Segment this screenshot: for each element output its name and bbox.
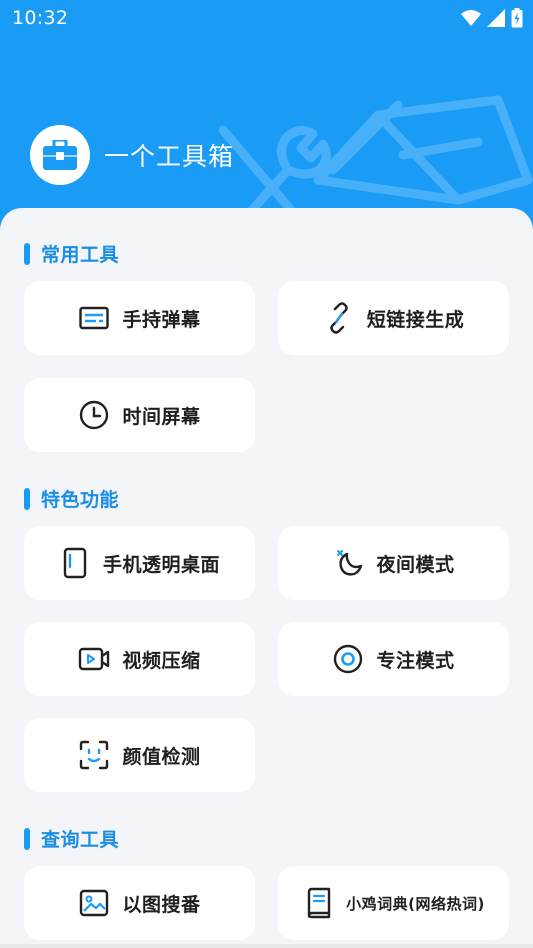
subtitles-icon <box>78 302 110 334</box>
clock-icon <box>78 399 110 431</box>
status-icons <box>461 8 523 28</box>
section-accent-bar <box>24 827 30 850</box>
video-icon <box>78 643 110 675</box>
status-bar: 10:32 <box>0 0 533 36</box>
tool-card-label: 手持弹幕 <box>122 308 201 331</box>
wifi-icon <box>461 10 481 26</box>
battery-icon <box>511 8 523 28</box>
tool-card-label: 视频压缩 <box>122 649 201 672</box>
face-scan-icon <box>78 739 110 771</box>
section-accent-bar <box>24 487 30 510</box>
status-time: 10:32 <box>12 7 69 29</box>
image-icon <box>78 887 110 919</box>
target-icon <box>332 643 364 675</box>
section-accent-bar <box>24 242 30 265</box>
tool-card-label: 短链接生成 <box>366 308 465 331</box>
app-header: 10:32 一个工具箱 <box>0 0 533 240</box>
toolbox-icon <box>43 140 77 170</box>
bottom-divider <box>0 944 533 948</box>
tool-card-label: 颜值检测 <box>122 745 201 768</box>
tool-card-video-compress[interactable]: 视频压缩 <box>24 622 255 696</box>
phone-icon <box>59 547 91 579</box>
tool-card-face-score[interactable]: 颜值检测 <box>24 718 255 792</box>
section-header-query-tools: 查询工具 <box>24 825 119 852</box>
tool-card-short-link[interactable]: 短链接生成 <box>278 281 509 355</box>
section-title: 特色功能 <box>41 489 120 511</box>
tool-card-label: 夜间模式 <box>376 553 455 576</box>
signal-icon <box>487 9 505 27</box>
app-logo <box>30 125 90 185</box>
tool-card-focus-mode[interactable]: 专注模式 <box>278 622 509 696</box>
tool-card-image-anime-search[interactable]: 以图搜番 <box>24 866 255 940</box>
tool-card-chicken-dictionary[interactable]: 小鸡词典(网络热词) <box>278 866 509 940</box>
moon-icon <box>332 547 364 579</box>
link-icon <box>323 302 355 334</box>
tool-card-transparent-desktop[interactable]: 手机透明桌面 <box>24 526 255 600</box>
tool-card-label: 小鸡词典(网络热词) <box>346 894 485 913</box>
tool-card-label: 以图搜番 <box>122 893 201 916</box>
tool-card-night-mode[interactable]: 夜间模式 <box>278 526 509 600</box>
tool-card-label: 手机透明桌面 <box>102 553 220 576</box>
tool-card-label: 时间屏幕 <box>122 405 201 428</box>
section-header-common-tools: 常用工具 <box>24 240 119 267</box>
section-header-features: 特色功能 <box>24 485 119 512</box>
tool-card-label: 专注模式 <box>376 649 455 672</box>
section-title: 常用工具 <box>41 244 120 266</box>
section-title: 查询工具 <box>41 829 120 851</box>
tool-card-handheld-danmaku[interactable]: 手持弹幕 <box>24 281 255 355</box>
book-icon <box>302 887 334 919</box>
tool-card-time-screen[interactable]: 时间屏幕 <box>24 378 255 452</box>
app-title: 一个工具箱 <box>104 142 235 171</box>
